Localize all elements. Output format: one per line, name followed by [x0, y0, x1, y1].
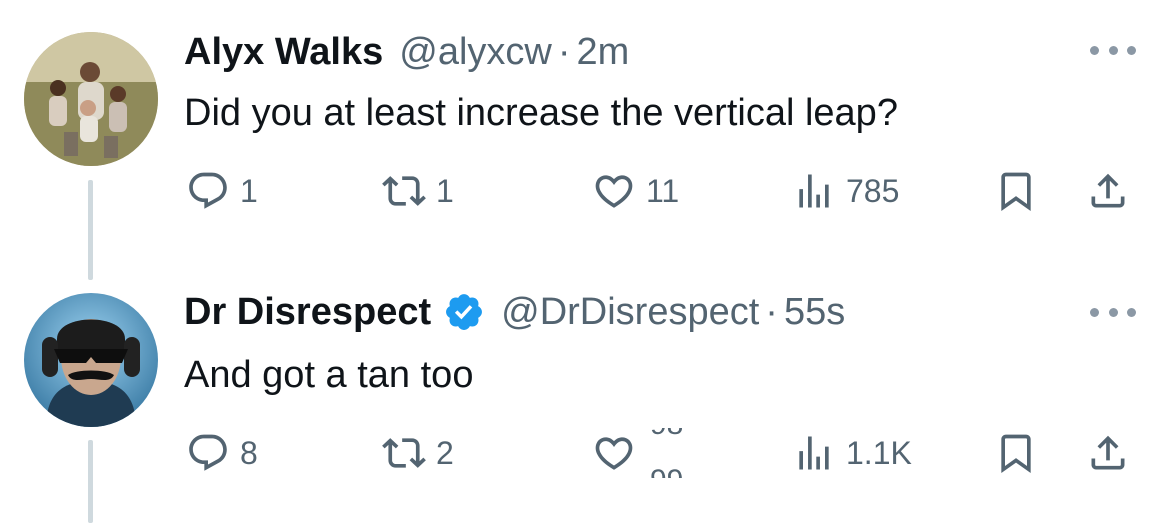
- timestamp[interactable]: 2m: [577, 30, 630, 74]
- separator-dot: ·: [765, 291, 778, 333]
- views-icon: [799, 174, 829, 208]
- thread-connector-line: [88, 440, 93, 523]
- retweet-button[interactable]: 2: [382, 428, 454, 478]
- like-button[interactable]: 98 99: [592, 428, 683, 478]
- dr-disrespect-avatar: [24, 293, 158, 427]
- more-icon[interactable]: [1090, 302, 1136, 322]
- separator-dot: ·: [557, 31, 571, 73]
- views-icon: [799, 436, 829, 470]
- author-name[interactable]: Dr Disrespect: [184, 290, 431, 334]
- reply-icon: [189, 172, 227, 209]
- more-icon[interactable]: [1090, 40, 1136, 60]
- reply-count: 1: [240, 172, 258, 209]
- views-button[interactable]: 1.1K: [792, 428, 912, 478]
- views-count: 1.1K: [846, 434, 912, 471]
- tweet-actions-2: 8 2 98 99 1.1K: [184, 428, 1136, 478]
- avatar-dr-disrespect[interactable]: [24, 293, 158, 427]
- share-button[interactable]: [1086, 166, 1130, 216]
- reply-button[interactable]: 1: [186, 166, 258, 216]
- retweet-count: 2: [436, 434, 454, 471]
- views-count: 785: [846, 172, 900, 209]
- like-icon: [595, 437, 633, 470]
- like-icon: [595, 175, 633, 208]
- bookmark-button[interactable]: [994, 428, 1038, 478]
- like-button[interactable]: 11: [592, 166, 679, 216]
- retweet-count: 1: [436, 172, 454, 209]
- reply-count: 8: [240, 434, 258, 471]
- family-photo-avatar: [24, 32, 158, 166]
- tweet-header-2: Dr Disrespect @DrDisrespect · 55s: [184, 290, 845, 334]
- like-count-transition: 98 99: [650, 428, 683, 478]
- verified-badge-icon[interactable]: [443, 291, 485, 333]
- retweet-icon: [382, 438, 426, 468]
- tweet-header-1: Alyx Walks @alyxcw · 2m: [184, 30, 629, 74]
- share-button[interactable]: [1086, 428, 1130, 478]
- views-button[interactable]: 785: [792, 166, 899, 216]
- tweet-text: And got a tan too: [184, 354, 474, 396]
- bookmark-button[interactable]: [994, 166, 1038, 216]
- tweet-actions-1: 1 1 11 785: [184, 166, 1136, 216]
- avatar-alyx-walks[interactable]: [24, 32, 158, 166]
- bookmark-icon: [1001, 434, 1031, 474]
- thread-connector-line: [88, 180, 93, 280]
- author-name[interactable]: Alyx Walks: [184, 30, 383, 74]
- author-handle[interactable]: @alyxcw: [399, 30, 552, 74]
- retweet-button[interactable]: 1: [382, 166, 454, 216]
- retweet-icon: [382, 176, 426, 206]
- share-icon: [1091, 435, 1125, 470]
- reply-icon: [189, 434, 227, 471]
- like-count: 11: [646, 172, 680, 209]
- timestamp[interactable]: 55s: [784, 290, 845, 334]
- reply-button[interactable]: 8: [186, 428, 258, 478]
- tweet-text: Did you at least increase the vertical l…: [184, 92, 898, 134]
- share-icon: [1091, 173, 1125, 208]
- like-count-next: 99: [650, 466, 683, 479]
- bookmark-icon: [1001, 172, 1031, 212]
- like-count-previous: 98: [650, 428, 683, 440]
- author-handle[interactable]: @DrDisrespect: [501, 290, 759, 334]
